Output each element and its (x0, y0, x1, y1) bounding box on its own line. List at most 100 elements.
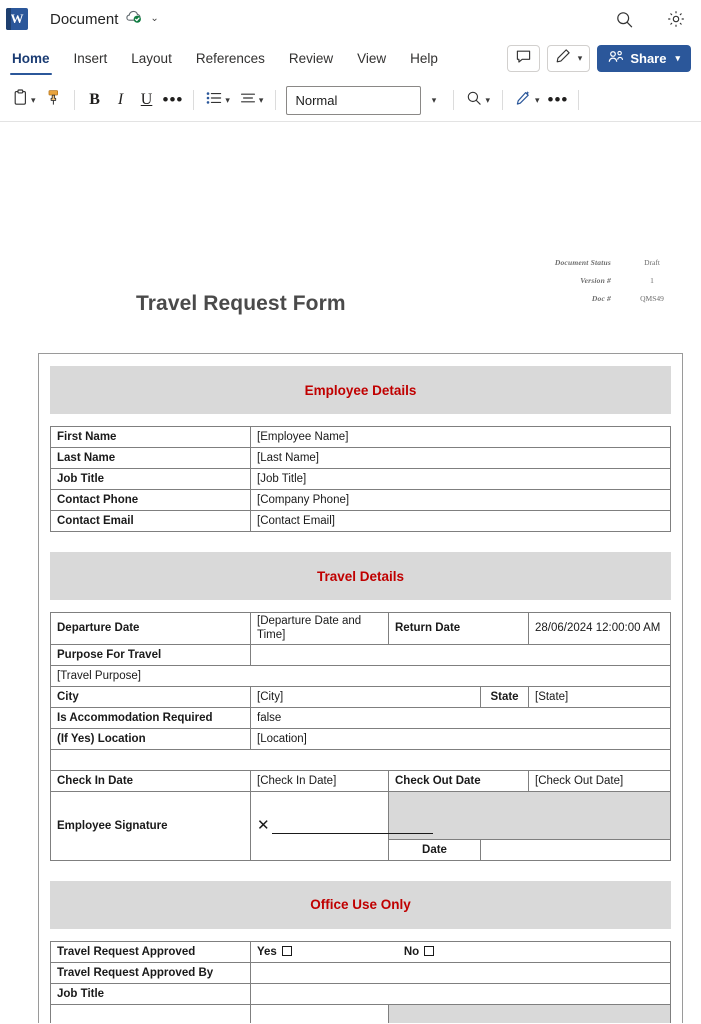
search-icon[interactable] (611, 6, 637, 32)
word-app-logo: W (6, 8, 28, 30)
bold-button[interactable]: B (82, 86, 108, 115)
value-last-name[interactable]: [Last Name] (250, 447, 671, 469)
no-label: No (403, 945, 420, 958)
comment-button[interactable] (506, 45, 540, 72)
section-heading-employee-details: Employee Details (50, 366, 671, 414)
document-title-group[interactable]: Document ⌄ (50, 9, 159, 29)
value-city[interactable]: [City] (250, 685, 481, 708)
value-is-accommodation-required[interactable]: false (250, 706, 671, 729)
value-contact-email[interactable]: [Contact Email] (250, 510, 671, 532)
label-travel-request-approved: Travel Request Approved (50, 940, 251, 963)
chevron-down-icon: ▾ (258, 94, 264, 105)
format-painter-button[interactable] (41, 86, 67, 115)
style-selector[interactable]: Normal ▾ (286, 85, 443, 115)
toolbar-divider (578, 90, 580, 110)
value-check-in-date[interactable]: [Check In Date] (250, 769, 389, 792)
tab-review[interactable]: Review (277, 38, 345, 79)
tab-insert[interactable]: Insert (62, 38, 120, 79)
editor-button[interactable]: ▾ (510, 86, 545, 115)
toolbar-divider (73, 90, 75, 110)
chevron-down-icon: ▾ (534, 94, 540, 105)
italic-button[interactable]: I (108, 86, 134, 115)
value-contact-phone[interactable]: [Company Phone] (250, 489, 671, 511)
paste-button[interactable]: ▾ (8, 86, 41, 115)
ellipsis-icon: ••• (547, 90, 569, 109)
value-return-date[interactable]: 28/06/2024 12:00:00 AM (528, 612, 671, 645)
bullet-list-button[interactable]: ▾ (201, 86, 235, 115)
ribbon-actions: ▾ Share ▾ (506, 38, 691, 79)
chevron-down-icon: ▾ (485, 94, 490, 105)
table-row: City [City] State [State] (50, 685, 671, 708)
toolbar-divider (193, 90, 195, 110)
value-departure-date[interactable]: [Departure Date and Time] (250, 612, 389, 645)
no-checkbox[interactable] (424, 945, 435, 956)
tab-help[interactable]: Help (398, 38, 450, 79)
employee-signature-field[interactable]: ✕ (250, 790, 433, 861)
value-travel-purpose[interactable]: [Travel Purpose] (50, 664, 671, 687)
title-bar: W Document ⌄ (0, 0, 701, 38)
section-heading-office-use-only: Office Use Only (50, 880, 671, 929)
title-chevron-down-icon[interactable]: ⌄ (150, 14, 158, 24)
share-button[interactable]: Share ▾ (597, 45, 691, 72)
style-dropdown-button[interactable]: ▾ (421, 86, 443, 115)
label-purpose-for-travel: Purpose For Travel (50, 643, 251, 666)
underline-button[interactable]: U (134, 86, 160, 115)
value-first-name[interactable]: [Employee Name] (250, 426, 671, 448)
style-input[interactable]: Normal (286, 85, 422, 115)
value-employee-signature-date[interactable] (480, 838, 671, 861)
form-title: Travel Request Form (136, 292, 346, 315)
table-row: Employee Signature ✕ (50, 790, 671, 861)
meta-row: Document Status Draft (423, 258, 683, 267)
editor-pen-icon (515, 90, 532, 111)
table-row: Travel Request Approved Yes No (50, 940, 671, 963)
tab-view[interactable]: View (345, 38, 398, 79)
ribbon-tabs: Home Insert Layout References Review Vie… (0, 38, 450, 79)
gear-icon[interactable] (663, 6, 689, 32)
more-font-options-button[interactable]: ••• (160, 86, 187, 115)
cloud-saved-icon[interactable] (125, 9, 143, 29)
bold-label: B (89, 91, 100, 108)
label-job-title: Job Title (50, 468, 251, 490)
table-row: Check In Date [Check In Date] Check Out … (50, 769, 671, 792)
chevron-down-icon: ▾ (431, 94, 437, 105)
label-city: City (50, 685, 251, 708)
yes-checkbox[interactable] (281, 945, 292, 956)
tab-layout[interactable]: Layout (119, 38, 184, 79)
meta-row: Doc # QMS49 (423, 294, 683, 303)
form-inner: Employee Details First Name [Employee Na… (39, 354, 682, 1023)
value-purpose-for-travel-blank[interactable] (250, 643, 671, 666)
table-row (50, 748, 671, 771)
value-check-out-date[interactable]: [Check Out Date] (528, 769, 671, 792)
signature-rule (271, 822, 433, 834)
label-last-name: Last Name (50, 447, 251, 469)
value-if-yes-location[interactable]: [Location] (250, 727, 671, 750)
meta-label-document-status: Document Status (554, 258, 611, 267)
formatting-toolbar: ▾ B I U ••• ▾ ▾ Normal ▾ ▾ ▾ ••• (0, 79, 701, 122)
label-return-date: Return Date (388, 612, 529, 645)
chevron-down-icon: ▾ (225, 94, 230, 105)
editing-mode-button[interactable]: ▾ (546, 45, 591, 72)
tab-references[interactable]: References (184, 38, 277, 79)
tab-home[interactable]: Home (0, 38, 62, 79)
value-travel-request-approved-by[interactable] (250, 961, 671, 984)
section-heading-travel-details: Travel Details (50, 552, 671, 600)
chevron-down-icon: ▾ (675, 53, 680, 63)
label-employee-signature: Employee Signature (50, 790, 251, 861)
more-toolbar-options-button[interactable]: ••• (545, 86, 572, 115)
pencil-icon (555, 48, 571, 69)
value-state[interactable]: [State] (528, 685, 671, 708)
manager-signature-field[interactable]: ✕ (250, 1003, 389, 1023)
value-office-job-title[interactable] (250, 982, 671, 1005)
label-state: State (480, 685, 529, 708)
find-button[interactable]: ▾ (461, 86, 495, 115)
document-canvas[interactable]: Document Status Draft Version # 1 Doc # … (0, 122, 701, 1023)
toolbar-divider (501, 90, 503, 110)
table-row: Departure Date [Departure Date and Time]… (50, 612, 671, 645)
bullet-list-icon (206, 91, 222, 110)
align-button[interactable]: ▾ (235, 86, 269, 115)
italic-label: I (117, 91, 124, 108)
manager-signature-shaded-box (388, 1003, 671, 1023)
value-job-title[interactable]: [Job Title] (250, 468, 671, 490)
